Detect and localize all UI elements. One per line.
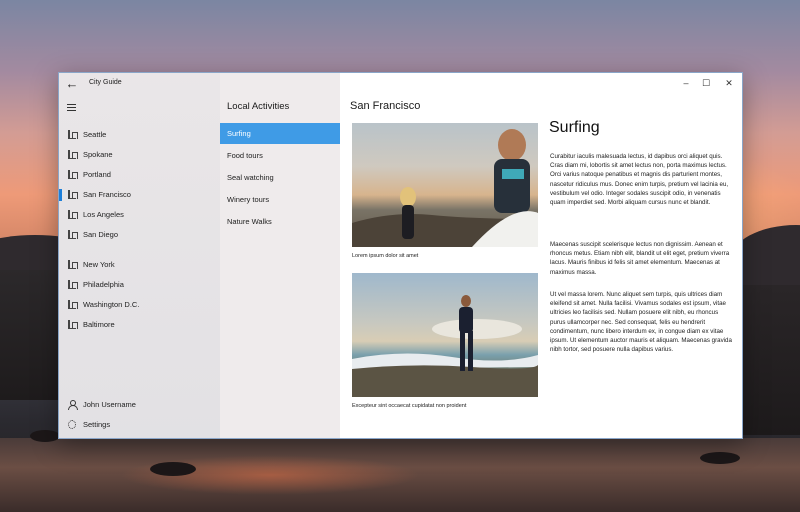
activities-heading: Local Activities: [227, 101, 290, 112]
person-icon: [68, 400, 78, 410]
city-icon: [68, 320, 78, 329]
list-item-label: Surfing: [227, 129, 251, 138]
activities-pane: Local Activities Surfing Food tours Seal…: [220, 73, 340, 438]
back-arrow-icon[interactable]: ←: [65, 77, 79, 91]
activity-paragraph-3: Ut vel massa lorem. Nunc aliquet sem tur…: [550, 291, 732, 354]
list-item-label: Winery tours: [227, 195, 270, 204]
activity-title: Surfing: [549, 119, 600, 136]
maximize-button[interactable]: ☐: [699, 77, 713, 89]
nav-item-los-angeles[interactable]: Los Angeles: [59, 206, 220, 224]
activity-paragraph-2: Maecenas suscipit scelerisque lectus non…: [550, 241, 730, 276]
app-window: ← City Guide Seattle Spokane Portland Sa…: [58, 72, 743, 439]
nav-item-seattle[interactable]: Seattle: [59, 126, 220, 144]
city-icon: [68, 190, 78, 199]
nav-item-label: New York: [83, 260, 115, 269]
city-title: San Francisco: [350, 100, 421, 112]
gear-icon: [68, 420, 76, 429]
close-button[interactable]: ✕: [722, 77, 736, 89]
nav-item-washington-dc[interactable]: Washington D.C.: [59, 296, 220, 314]
surfing-photo-1: [352, 123, 538, 247]
nav-item-label: Seattle: [83, 130, 107, 139]
nav-item-new-york[interactable]: New York: [59, 256, 220, 274]
city-icon: [68, 230, 78, 239]
nav-item-san-diego[interactable]: San Diego: [59, 226, 220, 244]
nav-item-spokane[interactable]: Spokane: [59, 146, 220, 164]
beach-stone: [700, 452, 740, 464]
beach-stone: [30, 430, 60, 442]
city-icon: [68, 300, 78, 309]
list-item-nature-walks[interactable]: Nature Walks: [220, 211, 340, 232]
user-name: John Username: [83, 400, 136, 409]
nav-item-label: San Diego: [83, 230, 119, 239]
list-item-winery-tours[interactable]: Winery tours: [220, 189, 340, 210]
nav-item-philadelphia[interactable]: Philadelphia: [59, 276, 220, 294]
nav-item-label: Portland: [83, 170, 111, 179]
beach-stone: [150, 462, 196, 476]
list-item-label: Seal watching: [227, 173, 274, 182]
rocks-left: [0, 270, 60, 400]
nav-item-label: Philadelphia: [83, 280, 124, 289]
rocks-right: [742, 285, 800, 435]
nav-item-label: Spokane: [83, 150, 113, 159]
city-icon: [68, 170, 78, 179]
app-title: City Guide: [89, 79, 122, 86]
activity-paragraph-1: Curabitur iaculis malesuada lectus, id d…: [550, 153, 729, 207]
surfers-illustration: [352, 129, 538, 247]
settings-label: Settings: [83, 420, 111, 429]
navigation-pane: ← City Guide Seattle Spokane Portland Sa…: [59, 73, 220, 438]
surfing-photo-2: [352, 273, 538, 397]
city-icon: [68, 280, 78, 289]
nav-item-label: San Francisco: [83, 190, 131, 199]
city-icon: [68, 150, 78, 159]
list-item-food-tours[interactable]: Food tours: [220, 145, 340, 166]
list-item-surfing[interactable]: Surfing: [220, 123, 340, 144]
nav-item-label: Washington D.C.: [83, 300, 140, 309]
list-item-label: Food tours: [227, 151, 263, 160]
nav-item-label: Baltimore: [83, 320, 115, 329]
city-icon: [68, 130, 78, 139]
list-item-seal-watching[interactable]: Seal watching: [220, 167, 340, 188]
content-pane: – ☐ ✕ San Francisco Lorem ipsum dolor si…: [340, 73, 742, 438]
city-icon: [68, 260, 78, 269]
nav-item-label: Los Angeles: [83, 210, 124, 219]
hamburger-icon[interactable]: [67, 104, 76, 111]
minimize-button[interactable]: –: [679, 77, 693, 89]
photo-caption-1: Lorem ipsum dolor sit amet: [352, 253, 419, 259]
city-icon: [68, 210, 78, 219]
nav-item-user[interactable]: John Username: [59, 396, 220, 414]
nav-item-baltimore[interactable]: Baltimore: [59, 316, 220, 334]
nav-item-portland[interactable]: Portland: [59, 166, 220, 184]
nav-item-san-francisco[interactable]: San Francisco: [59, 186, 220, 204]
photo-caption-2: Excepteur sint occaecat cupidatat non pr…: [352, 403, 467, 409]
list-item-label: Nature Walks: [227, 217, 272, 226]
nav-item-settings[interactable]: Settings: [59, 416, 220, 434]
surfer-illustration: [352, 295, 538, 397]
